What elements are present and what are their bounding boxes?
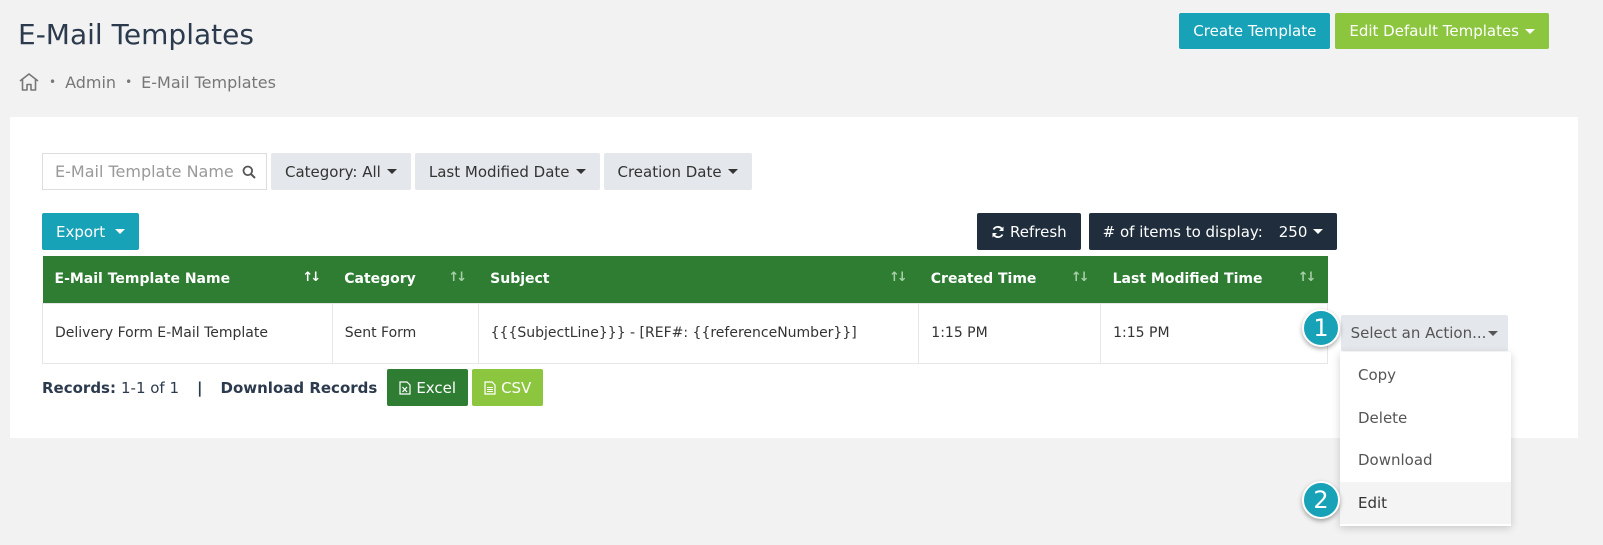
menu-item-download[interactable]: Download [1340, 439, 1511, 482]
caret-down-icon [1525, 28, 1535, 34]
sort-icon: ↑↓ [1070, 270, 1090, 285]
creation-date-filter-label: Creation Date [617, 162, 722, 181]
column-header-modified[interactable]: Last Modified Time ↑↓ [1100, 256, 1328, 303]
breadcrumb: • Admin • E-Mail Templates [18, 72, 276, 92]
cell-modified-time: 1:15 PM [1100, 302, 1328, 364]
filters-bar: Category: All Last Modified Date Creatio… [42, 153, 752, 190]
items-per-page-value: 250 [1278, 222, 1308, 241]
creation-date-filter-button[interactable]: Creation Date [603, 153, 752, 190]
column-header-created[interactable]: Created Time ↑↓ [918, 256, 1101, 303]
category-filter-button[interactable]: Category: All [271, 153, 411, 190]
caret-down-icon [575, 169, 586, 174]
caret-down-icon [727, 169, 738, 174]
top-actions: Create Template Edit Default Templates [1179, 13, 1549, 49]
sort-icon: ↑↓ [448, 270, 467, 285]
column-header-subject[interactable]: Subject ↑↓ [478, 256, 919, 303]
select-action-label: Select an Action... [1350, 324, 1487, 342]
caret-down-icon [115, 229, 126, 234]
column-header-category[interactable]: Category ↑↓ [332, 256, 479, 303]
cell-subject: {{{SubjectLine}}} - [REF#: {{referenceNu… [477, 302, 920, 364]
search-icon[interactable] [242, 165, 256, 179]
last-modified-filter-label: Last Modified Date [428, 162, 570, 181]
sort-icon: ↑↓ [302, 270, 321, 285]
last-modified-filter-button[interactable]: Last Modified Date [414, 153, 600, 190]
create-template-button[interactable]: Create Template [1179, 13, 1331, 49]
separator: | [197, 378, 203, 397]
download-records-label: Download Records [220, 378, 378, 397]
records-bar: Records: 1-1 of 1 | Download Records Exc… [42, 369, 547, 406]
table-header-row: E-Mail Template Name ↑↓ Category ↑↓ Subjec… [42, 256, 1328, 303]
csv-file-icon [484, 380, 496, 395]
menu-item-delete[interactable]: Delete [1340, 397, 1511, 440]
records-label: Records: [42, 378, 116, 397]
refresh-label: Refresh [1010, 222, 1067, 241]
cell-category: Sent Form [331, 302, 479, 364]
caret-down-icon [386, 169, 397, 174]
caret-down-icon [1313, 229, 1324, 234]
edit-default-templates-button[interactable]: Edit Default Templates [1335, 13, 1549, 49]
export-label: Export [56, 222, 106, 241]
menu-item-edit[interactable]: Edit [1340, 481, 1511, 524]
download-csv-button[interactable]: CSV [472, 369, 544, 406]
items-per-page-button[interactable]: # of items to display: 250 [1088, 213, 1338, 250]
items-per-page-label: # of items to display: [1102, 222, 1263, 241]
records-count: 1-1 of 1 [120, 378, 180, 397]
search-box [42, 153, 267, 190]
menu-item-copy[interactable]: Copy [1340, 354, 1511, 397]
sort-icon: ↑↓ [1297, 270, 1317, 285]
step-badge-1: 1 [1302, 309, 1340, 347]
page-title: E-Mail Templates [18, 18, 254, 51]
edit-default-templates-label: Edit Default Templates [1349, 22, 1519, 40]
templates-table: E-Mail Template Name ↑↓ Category ↑↓ Subjec… [42, 256, 1328, 364]
table-row[interactable]: Delivery Form E-Mail Template Sent Form … [42, 302, 1328, 364]
breadcrumb-admin[interactable]: Admin [65, 73, 116, 92]
table-controls: Refresh # of items to display: 250 [977, 213, 1338, 250]
sort-icon: ↑↓ [888, 270, 908, 285]
cell-template-name: Delivery Form E-Mail Template [42, 302, 333, 364]
template-name-search-input[interactable] [55, 162, 235, 181]
select-action-dropdown[interactable]: Select an Action... [1341, 315, 1508, 351]
step-badge-2: 2 [1302, 481, 1340, 519]
refresh-button[interactable]: Refresh [977, 213, 1081, 250]
action-dropdown-menu: Copy Delete Download Edit [1340, 352, 1511, 526]
csv-label: CSV [501, 378, 532, 397]
category-filter-label: Category: All [285, 162, 381, 181]
breadcrumb-separator: • [125, 75, 133, 89]
excel-file-icon [399, 380, 411, 395]
caret-down-icon [1488, 330, 1499, 336]
download-excel-button[interactable]: Excel [387, 369, 469, 406]
export-button[interactable]: Export [42, 213, 140, 250]
refresh-icon [991, 225, 1005, 239]
home-icon[interactable] [18, 72, 40, 92]
breadcrumb-current: E-Mail Templates [141, 72, 276, 92]
column-header-name[interactable]: E-Mail Template Name ↑↓ [42, 256, 333, 303]
excel-label: Excel [416, 378, 457, 397]
breadcrumb-separator: • [49, 75, 57, 89]
cell-created-time: 1:15 PM [918, 302, 1102, 364]
